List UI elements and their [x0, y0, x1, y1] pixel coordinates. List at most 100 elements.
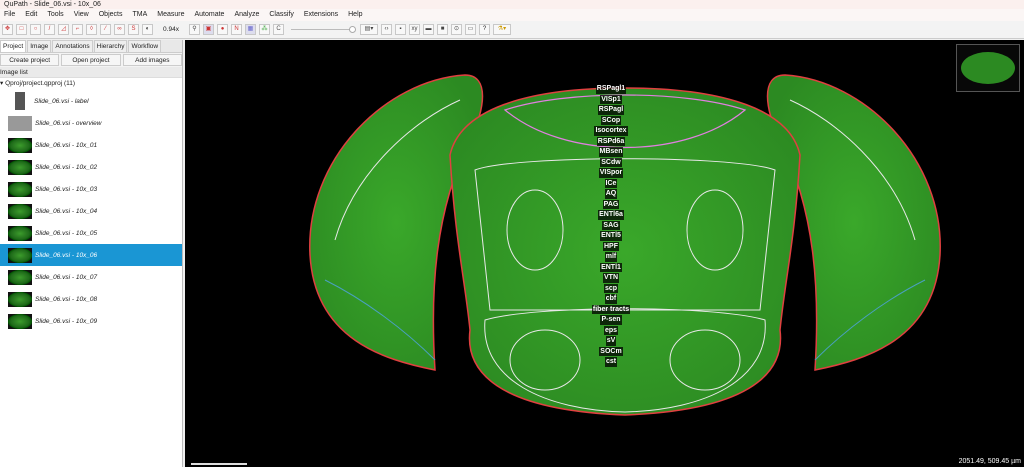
polyline-tool-button[interactable]: ⌐ [72, 24, 83, 35]
polygon-tool-button[interactable]: ◿ [58, 24, 69, 35]
menu-edit[interactable]: Edit [25, 9, 37, 21]
region-label[interactable]: Isocortex [594, 126, 628, 136]
region-label[interactable]: ICe [604, 178, 618, 188]
image-name: Slide_06.vsi - 10x_06 [35, 251, 98, 259]
preferences-button[interactable]: ⊙ [451, 24, 462, 35]
region-label[interactable]: RSPagl [597, 105, 625, 115]
image-list-item[interactable]: Slide_06.vsi - 10x_08 [0, 288, 182, 310]
image-list-item[interactable]: Slide_06.vsi - 10x_03 [0, 178, 182, 200]
region-label[interactable]: sV [605, 336, 617, 346]
log-button[interactable]: ▭ [465, 24, 476, 35]
zoom-to-fit-button[interactable]: ⚲ [189, 24, 200, 35]
region-label[interactable]: SOCm [599, 346, 623, 356]
image-list-item[interactable]: Slide_06.vsi - 10x_07 [0, 266, 182, 288]
menu-tma[interactable]: TMA [132, 9, 147, 21]
scalebar-toggle-button[interactable]: ▬ [423, 24, 434, 35]
region-label[interactable]: PAG [602, 199, 620, 209]
show-names-button[interactable]: N [231, 24, 242, 35]
opacity-slider[interactable] [291, 26, 356, 33]
menu-objects[interactable]: Objects [99, 9, 123, 21]
region-label[interactable]: RSPagl1 [595, 84, 627, 94]
region-label[interactable]: ENTl1 [600, 262, 622, 272]
region-label[interactable]: ENTl6a [598, 210, 624, 220]
show-cells-button[interactable]: C [273, 24, 284, 35]
menu-bar: File Edit Tools View Objects TMA Measure Automa… [0, 9, 1024, 21]
region-label[interactable]: scp [603, 283, 619, 293]
image-thumbnail [8, 115, 32, 131]
menu-file[interactable]: File [4, 9, 15, 21]
region-label[interactable]: VISp1 [600, 94, 622, 104]
brightness-contrast-icon[interactable]: ◐ [142, 24, 153, 35]
overview-toggle-button[interactable]: ▪ [395, 24, 406, 35]
rectangle-tool-button[interactable]: □ [16, 24, 27, 35]
image-list-item[interactable]: Slide_06.vsi - label [0, 90, 182, 112]
menu-measure[interactable]: Measure [157, 9, 184, 21]
ellipse-tool-button[interactable]: ○ [30, 24, 41, 35]
region-label[interactable]: SAG [602, 220, 620, 230]
region-label[interactable]: mlf [604, 252, 618, 262]
create-project-button[interactable]: Create project [0, 54, 60, 66]
image-list-item[interactable]: Slide_06.vsi - overview [0, 112, 182, 134]
script-editor-button[interactable]: ‹› [381, 24, 392, 35]
grid-toggle-button[interactable]: ■ [437, 24, 448, 35]
tab-project[interactable]: Project [0, 40, 27, 52]
region-label[interactable]: MBsen [598, 147, 624, 157]
extensions-dropdown[interactable]: ⚗▾ [493, 24, 511, 35]
line-tool-button[interactable]: / [44, 24, 55, 35]
region-label[interactable]: VTN [603, 273, 619, 283]
location-toggle-button[interactable]: xy [409, 24, 420, 35]
region-label[interactable]: SCdw [600, 157, 622, 167]
image-list-header: Image list [0, 67, 182, 78]
region-label[interactable]: ENTl5 [600, 231, 622, 241]
overview-thumbnail[interactable] [956, 44, 1020, 92]
image-list-item[interactable]: Slide_06.vsi - 10x_05 [0, 222, 182, 244]
region-label[interactable]: cst [604, 357, 618, 367]
region-label[interactable]: AQ [604, 189, 618, 199]
image-name: Slide_06.vsi - 10x_07 [35, 273, 98, 281]
image-list-item[interactable]: Slide_06.vsi - 10x_01 [0, 134, 182, 156]
show-annotations-button[interactable]: ▣ [203, 24, 214, 35]
selection-mode-button[interactable]: S [128, 24, 139, 35]
image-name: Slide_06.vsi - 10x_08 [35, 295, 98, 303]
region-label[interactable]: cbf [604, 294, 618, 304]
move-tool-button[interactable]: ✥ [2, 24, 13, 35]
tab-hierarchy[interactable]: Hierarchy [93, 40, 128, 52]
tab-workflow[interactable]: Workflow [128, 40, 162, 52]
fill-annotations-button[interactable]: ● [217, 24, 228, 35]
brush-tool-button[interactable]: ◊ [86, 24, 97, 35]
menu-classify[interactable]: Classify [269, 9, 294, 21]
image-list-item[interactable]: Slide_06.vsi - 10x_09 [0, 310, 182, 332]
menu-help[interactable]: Help [348, 9, 362, 21]
help-icon[interactable]: ? [479, 24, 490, 35]
region-label[interactable]: SCop [600, 115, 622, 125]
image-list-item[interactable]: Slide_06.vsi - 10x_04 [0, 200, 182, 222]
add-images-button[interactable]: Add images [122, 54, 182, 66]
tab-annotations[interactable]: Annotations [52, 40, 93, 52]
region-label[interactable]: fiber tracts [591, 304, 631, 314]
cursor-coordinates: 2051.49, 509.45 µm [958, 458, 1021, 465]
region-label[interactable]: RSPd6a [596, 136, 626, 146]
image-list-item[interactable]: Slide_06.vsi - 10x_02 [0, 156, 182, 178]
image-name: Slide_06.vsi - 10x_05 [35, 229, 98, 237]
points-tool-button[interactable]: ∞ [114, 24, 125, 35]
menu-extensions[interactable]: Extensions [304, 9, 338, 21]
image-list-item[interactable]: Slide_06.vsi - 10x_06 [0, 244, 182, 266]
region-label[interactable]: VISpor [598, 168, 624, 178]
menu-tools[interactable]: Tools [47, 9, 63, 21]
menu-automate[interactable]: Automate [194, 9, 224, 21]
show-detections-button[interactable]: ⁂ [259, 24, 270, 35]
menu-analyze[interactable]: Analyze [234, 9, 259, 21]
image-viewer[interactable]: RSPagl1 VISp1 RSPagl SCop Isocortex RSPd6a MBs… [185, 40, 1024, 467]
measurement-table-button[interactable]: ▤▾ [360, 24, 378, 35]
wand-tool-button[interactable]: ⁄ [100, 24, 111, 35]
region-label[interactable]: eps [603, 325, 619, 335]
show-tma-button[interactable]: ▦ [245, 24, 256, 35]
region-label[interactable]: HPF [603, 241, 619, 251]
image-name: Slide_06.vsi - 10x_09 [35, 317, 98, 325]
project-root[interactable]: ▾ Qproj/project.qpproj (11) [0, 78, 182, 90]
opacity-slider-knob[interactable] [349, 26, 356, 33]
open-project-button[interactable]: Open project [61, 54, 121, 66]
region-label[interactable]: P-sen [600, 315, 622, 325]
tab-image[interactable]: Image [27, 40, 52, 52]
menu-view[interactable]: View [74, 9, 89, 21]
